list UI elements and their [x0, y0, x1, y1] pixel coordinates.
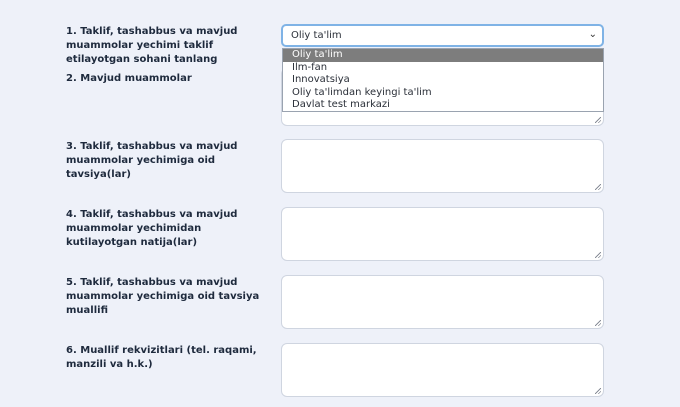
author-textarea[interactable] [281, 275, 604, 329]
field-label-recommendations: 3. Taklif, tashabbus va mavjud muammolar… [66, 141, 238, 180]
chevron-down-icon: ⌄ [588, 29, 597, 40]
dropdown-option[interactable]: Oliy ta'lim [283, 49, 603, 62]
resize-grip-icon[interactable] [595, 252, 601, 258]
dropdown-option[interactable]: Innovatsiya [283, 74, 603, 87]
dropdown-option[interactable]: Ilm-fan [283, 62, 603, 75]
form-page: { "fields": [ {"label": "1. Taklif, tash… [0, 0, 680, 407]
field-label-author-details: 6. Muallif rekvizitlari (tel. raqami, ma… [66, 345, 257, 370]
sector-dropdown-list: Oliy ta'lim Ilm-fan Innovatsiya Oliy ta'… [282, 48, 604, 112]
expected-results-textarea[interactable] [281, 207, 604, 261]
resize-grip-icon[interactable] [595, 320, 601, 326]
resize-grip-icon[interactable] [595, 184, 601, 190]
field-label-problems: 2. Mavjud muammolar [66, 73, 192, 84]
dropdown-option[interactable]: Oliy ta'limdan keyingi ta'lim [283, 87, 603, 100]
resize-grip-icon[interactable] [595, 388, 601, 394]
dropdown-option[interactable]: Davlat test markazi [283, 99, 603, 112]
field-label-author: 5. Taklif, tashabbus va mavjud muammolar… [66, 277, 260, 316]
sector-select-value: Oliy ta'lim [291, 30, 342, 41]
field-label-expected-results: 4. Taklif, tashabbus va mavjud muammolar… [66, 209, 238, 248]
recommendations-textarea[interactable] [281, 139, 604, 193]
resize-grip-icon[interactable] [595, 117, 601, 123]
field-label-sector: 1. Taklif, tashabbus va mavjud muammolar… [66, 26, 238, 65]
sector-select[interactable]: Oliy ta'lim ⌄ [281, 24, 604, 47]
author-details-textarea[interactable] [281, 343, 604, 397]
